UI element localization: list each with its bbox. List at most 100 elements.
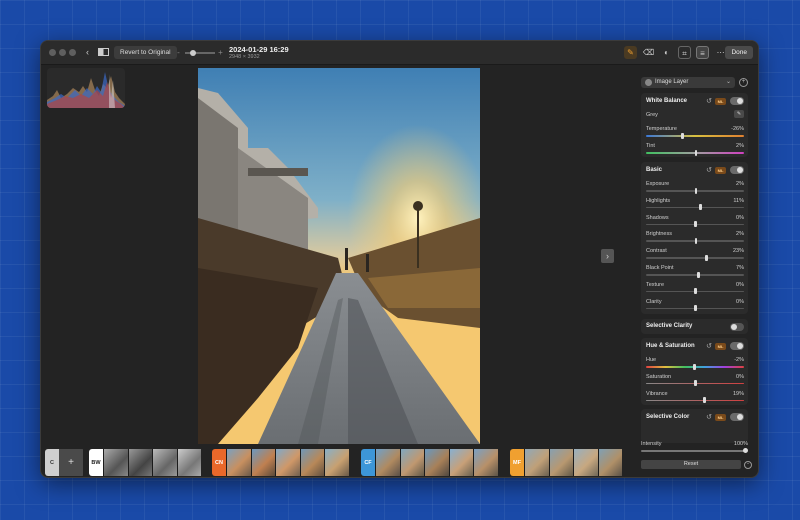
filter-thumbnail[interactable]: [127, 449, 152, 476]
basic-toggle[interactable]: [730, 166, 744, 174]
slider-knob[interactable]: [694, 288, 697, 295]
remove-layer-icon[interactable]: -: [744, 461, 752, 469]
adjust-tool-icon[interactable]: ✎: [624, 46, 637, 59]
slider-track[interactable]: [646, 254, 744, 261]
reset-section-icon[interactable]: ↺: [706, 97, 712, 105]
back-icon[interactable]: ‹: [81, 46, 94, 59]
slider-knob[interactable]: [697, 271, 700, 278]
zoom-out-icon[interactable]: -: [172, 46, 185, 59]
filter-group-cn[interactable]: CN: [212, 449, 357, 476]
ml-badge[interactable]: ML: [715, 98, 726, 105]
adjustment-slider[interactable]: Highlights 11%: [646, 198, 744, 214]
sliders-icon[interactable]: ≡: [696, 46, 709, 59]
slider-knob[interactable]: [693, 363, 696, 370]
selective-clarity-toggle[interactable]: [730, 322, 744, 331]
retouch-icon[interactable]: ⌫: [642, 46, 655, 59]
adjustment-slider[interactable]: Saturation 0%: [646, 374, 744, 390]
filter-group-bw[interactable]: BW: [89, 449, 209, 476]
filter-group-cf[interactable]: CF: [361, 449, 506, 476]
ml-badge[interactable]: ML: [715, 414, 726, 421]
adjustment-slider[interactable]: Clarity 0%: [646, 299, 744, 315]
zoom-slider[interactable]: [185, 49, 215, 56]
filter-thumbnail[interactable]: [324, 449, 349, 476]
slider-knob[interactable]: [694, 380, 697, 387]
ml-mask-icon[interactable]: ◐: [660, 46, 673, 59]
filter-thumbnail[interactable]: [103, 449, 128, 476]
filter-thumbnail[interactable]: [573, 449, 598, 476]
reset-section-icon[interactable]: ↺: [706, 342, 712, 350]
reset-button[interactable]: Reset: [641, 460, 741, 469]
add-filter-icon[interactable]: +: [59, 449, 83, 476]
slider-track[interactable]: [646, 288, 744, 295]
revert-to-original-button[interactable]: Revert to Original: [114, 46, 177, 59]
slider-knob[interactable]: [694, 237, 698, 244]
done-button[interactable]: Done: [725, 46, 753, 59]
adjustment-slider[interactable]: Contrast 23%: [646, 248, 744, 264]
slider-track[interactable]: [646, 380, 744, 387]
filter-thumbnail[interactable]: [275, 449, 300, 476]
next-image-button[interactable]: ›: [601, 249, 614, 263]
slider-knob[interactable]: [742, 448, 748, 453]
filter-group-mf[interactable]: MF: [510, 449, 633, 476]
slider-track[interactable]: [641, 448, 748, 453]
slider-knob[interactable]: [681, 132, 684, 139]
filter-thumbnail[interactable]: [448, 449, 473, 476]
slider-track[interactable]: [646, 397, 744, 404]
slider-knob[interactable]: [694, 221, 697, 228]
adjustment-slider[interactable]: Shadows 0%: [646, 215, 744, 231]
filter-thumbnail[interactable]: [597, 449, 622, 476]
slider-track[interactable]: [646, 187, 744, 194]
hue-saturation-toggle[interactable]: [730, 342, 744, 350]
slider-knob[interactable]: [705, 254, 708, 261]
adjustment-slider[interactable]: Black Point 7%: [646, 265, 744, 281]
layer-select[interactable]: Image Layer ⌄: [641, 77, 735, 88]
slider-knob[interactable]: [694, 305, 697, 312]
tint-slider[interactable]: Tint 2%: [646, 143, 744, 159]
photo-canvas[interactable]: [198, 68, 480, 444]
slider-knob[interactable]: [694, 187, 698, 194]
adjustment-slider[interactable]: Texture 0%: [646, 282, 744, 298]
minimize-window-button[interactable]: [59, 49, 66, 56]
filter-thumbnail[interactable]: [299, 449, 324, 476]
filter-thumbnail[interactable]: [176, 449, 201, 476]
zoom-in-icon[interactable]: +: [214, 46, 227, 59]
filter-thumbnail[interactable]: [250, 449, 275, 476]
slider-track[interactable]: [646, 204, 744, 211]
slider-track[interactable]: [646, 237, 744, 244]
slider-track[interactable]: [646, 305, 744, 312]
filter-thumbnail[interactable]: [548, 449, 573, 476]
add-layer-icon[interactable]: +: [739, 78, 748, 87]
adjustment-slider[interactable]: Brightness 2%: [646, 231, 744, 247]
ml-badge[interactable]: ML: [715, 343, 726, 350]
adjustment-slider[interactable]: Vibrance 19%: [646, 391, 744, 407]
filter-thumbnail[interactable]: [399, 449, 424, 476]
reset-section-icon[interactable]: ↺: [706, 413, 712, 421]
selective-color-toggle[interactable]: [730, 413, 744, 421]
white-balance-toggle[interactable]: [730, 97, 744, 105]
filter-thumbnail[interactable]: [226, 449, 251, 476]
slider-track[interactable]: [646, 149, 744, 156]
adjustment-slider[interactable]: Hue -2%: [646, 357, 744, 373]
compare-view-icon[interactable]: [97, 46, 110, 59]
zoom-window-button[interactable]: [69, 49, 76, 56]
slider-knob[interactable]: [694, 149, 698, 156]
crop-icon[interactable]: ⌗: [678, 46, 691, 59]
filter-thumbnail[interactable]: [152, 449, 177, 476]
filter-group-c[interactable]: C +: [45, 449, 85, 476]
reset-section-icon[interactable]: ↺: [706, 166, 712, 174]
adjustment-slider[interactable]: Exposure 2%: [646, 181, 744, 197]
filter-thumbnail[interactable]: [524, 449, 549, 476]
slider-knob[interactable]: [703, 397, 706, 404]
ml-badge[interactable]: ML: [715, 167, 726, 174]
slider-track[interactable]: [646, 363, 744, 370]
close-window-button[interactable]: [49, 49, 56, 56]
slider-knob[interactable]: [699, 204, 702, 211]
filter-thumbnail[interactable]: [375, 449, 400, 476]
eyedropper-icon[interactable]: ✎: [734, 110, 744, 118]
temperature-slider[interactable]: Temperature -26%: [646, 126, 744, 142]
slider-track[interactable]: [646, 132, 744, 139]
slider-track[interactable]: [646, 221, 744, 228]
filter-thumbnail[interactable]: [424, 449, 449, 476]
filter-thumbnail[interactable]: [473, 449, 498, 476]
slider-track[interactable]: [646, 271, 744, 278]
